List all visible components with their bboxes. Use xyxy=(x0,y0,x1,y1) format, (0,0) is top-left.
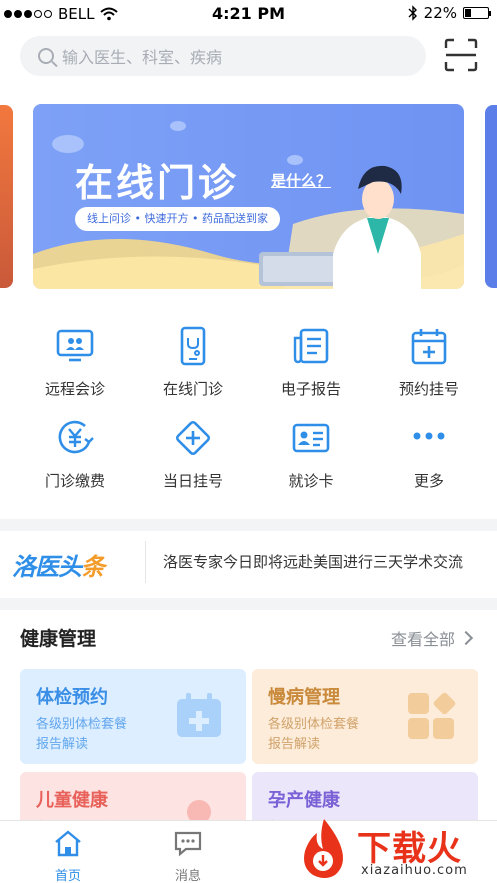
app-screen: BELL 4:21 PM 22% 输入医生、科室、疾病 在线门诊 是什么？ 线上… xyxy=(0,0,497,883)
news-headline[interactable]: 洛医专家今日即将远赴美国进行三天学术交流 xyxy=(163,551,481,572)
watermark-domain: xiazaihuo.com xyxy=(361,863,468,878)
banner-prev-peek[interactable] xyxy=(0,105,13,288)
section-title: 健康管理 xyxy=(20,628,97,650)
banner-features: 线上问诊 • 快速开方 • 药品配送到家 xyxy=(75,207,280,231)
search-input[interactable]: 输入医生、科室、疾病 xyxy=(20,36,426,76)
bluetooth-icon xyxy=(408,5,417,21)
card-physical-exam[interactable]: 体检预约 各级别体检套餐 报告解读 xyxy=(20,669,246,764)
service-e-report[interactable]: 电子报告 xyxy=(256,326,366,399)
card-title: 儿童健康 xyxy=(36,790,108,811)
medical-card-icon xyxy=(292,423,330,453)
service-more[interactable]: 更多 xyxy=(374,418,484,491)
news-ticker[interactable]: 洛医头条 洛医专家今日即将远赴美国进行三天学术交流 xyxy=(0,531,497,593)
service-label: 当日挂号 xyxy=(162,472,223,490)
news-logo: 洛医头条 xyxy=(12,553,105,581)
banner-question: 是什么？ xyxy=(271,172,332,190)
online-clinic-icon xyxy=(180,326,206,366)
online-clinic-banner[interactable]: 在线门诊 是什么？ 线上问诊 • 快速开方 • 药品配送到家 xyxy=(33,104,464,289)
card-chronic-disease[interactable]: 慢病管理 各级别体检套餐 报告解读 xyxy=(252,669,478,764)
card-title: 体检预约 xyxy=(36,687,108,708)
card-subtitle: 各级别体检套餐 xyxy=(268,717,360,732)
battery-icon xyxy=(463,7,491,19)
card-subtitle: 报告解读 xyxy=(268,737,321,752)
section-divider xyxy=(0,598,497,610)
news-divider xyxy=(145,541,146,583)
service-label: 远程会诊 xyxy=(44,380,105,398)
more-icon xyxy=(413,432,445,440)
e-report-icon xyxy=(293,328,329,364)
tab-label: 首页 xyxy=(54,869,81,883)
flame-logo-icon xyxy=(304,819,343,878)
section-divider xyxy=(0,519,497,531)
tab-messages[interactable]: 消息 xyxy=(158,829,218,883)
grid-blocks-icon xyxy=(408,692,456,739)
search-placeholder: 输入医生、科室、疾病 xyxy=(62,48,223,67)
service-label: 预约挂号 xyxy=(398,380,459,398)
service-same-day[interactable]: 当日挂号 xyxy=(138,418,248,491)
card-title: 孕产健康 xyxy=(268,790,340,811)
view-all-label: 查看全部 xyxy=(391,630,456,649)
service-label: 就诊卡 xyxy=(288,472,334,490)
remote-consult-icon xyxy=(56,329,94,362)
payment-icon xyxy=(58,420,94,454)
tab-home[interactable]: 首页 xyxy=(38,829,98,883)
home-icon xyxy=(55,830,81,857)
same-day-register-icon xyxy=(175,420,211,456)
service-label: 门诊缴费 xyxy=(44,472,105,490)
service-online-clinic[interactable]: 在线门诊 xyxy=(138,326,248,399)
banner-title: 在线门诊 xyxy=(75,161,240,205)
service-medical-card[interactable]: 就诊卡 xyxy=(256,418,366,491)
chevron-right-icon xyxy=(458,630,474,646)
battery-percent: 22% xyxy=(423,4,457,22)
card-title: 慢病管理 xyxy=(268,687,340,708)
service-label: 电子报告 xyxy=(280,380,341,398)
status-right: 22% xyxy=(408,4,491,22)
card-subtitle: 各级别体检套餐 xyxy=(36,717,128,732)
service-label: 在线门诊 xyxy=(162,380,223,398)
service-appointment[interactable]: 预约挂号 xyxy=(374,326,484,399)
view-all-link[interactable]: 查看全部 xyxy=(391,626,474,650)
tab-label: 消息 xyxy=(174,869,201,883)
service-label: 更多 xyxy=(413,472,444,490)
watermark: 下载火 xiazaihuo.com xyxy=(295,815,495,883)
search-row: 输入医生、科室、疾病 xyxy=(0,28,497,88)
banner-next-peek[interactable] xyxy=(485,105,497,288)
service-remote-consult[interactable]: 远程会诊 xyxy=(20,326,130,399)
message-icon xyxy=(174,831,202,857)
calendar-plus-icon xyxy=(177,693,221,737)
search-icon xyxy=(38,48,54,64)
card-subtitle: 报告解读 xyxy=(36,737,89,752)
scan-icon[interactable] xyxy=(444,38,478,72)
status-bar: BELL 4:21 PM 22% xyxy=(0,0,497,28)
appointment-icon xyxy=(411,329,447,365)
service-payment[interactable]: 门诊缴费 xyxy=(20,418,130,491)
